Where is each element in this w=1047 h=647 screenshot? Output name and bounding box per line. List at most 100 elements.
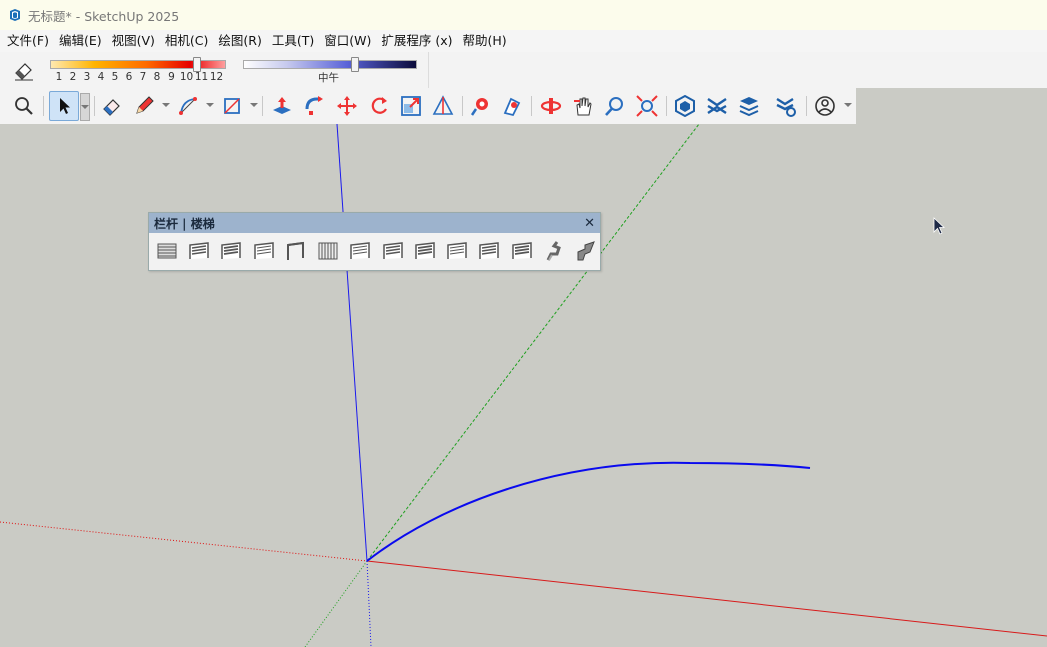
month-label: 5 xyxy=(111,71,119,83)
menu-item-0[interactable]: 文件(F) xyxy=(2,30,54,52)
rectangle-icon[interactable] xyxy=(219,93,245,119)
shadow-eraser-icon[interactable] xyxy=(12,59,36,81)
chevron-down-icon[interactable] xyxy=(844,103,852,107)
red-axis-negative xyxy=(0,521,368,562)
time-slider[interactable] xyxy=(243,60,417,69)
chevron-down-icon[interactable] xyxy=(162,103,170,107)
railing-panel-icon[interactable] xyxy=(379,237,407,265)
time-slider-thumb[interactable] xyxy=(351,57,359,72)
blue-axis-positive xyxy=(336,124,368,562)
menu-item-3[interactable]: 相机(C) xyxy=(160,30,213,52)
railing-stair-toolbar[interactable]: 栏杆 | 楼梯 ✕ xyxy=(148,212,601,271)
pencil-icon[interactable] xyxy=(131,93,157,119)
tape-measure-icon[interactable] xyxy=(430,93,456,119)
toolbar-separator xyxy=(262,96,263,116)
drawn-curve xyxy=(366,461,811,562)
railing-balusters-icon[interactable] xyxy=(314,237,342,265)
styles-icon[interactable] xyxy=(499,93,525,119)
model-canvas[interactable] xyxy=(0,124,1047,647)
rotate-icon[interactable] xyxy=(366,93,392,119)
chevron-down-icon[interactable] xyxy=(250,103,258,107)
railing-double-icon[interactable] xyxy=(443,237,471,265)
push-pull-icon[interactable] xyxy=(269,93,295,119)
move-icon[interactable] xyxy=(334,93,360,119)
month-label: 9 xyxy=(168,71,175,83)
toolbar-separator xyxy=(806,96,807,116)
zoom-icon[interactable] xyxy=(602,93,628,119)
menu-item-6[interactable]: 窗口(W) xyxy=(319,30,376,52)
railing-bars-icon[interactable] xyxy=(218,237,246,265)
zoom-extents-icon[interactable] xyxy=(634,93,660,119)
month-label: 8 xyxy=(153,71,161,83)
chevron-down-icon xyxy=(81,105,89,109)
stair-spiral-icon[interactable] xyxy=(540,237,568,265)
select-dropdown-button[interactable] xyxy=(80,93,90,121)
shadow-settings-toolbar: 1 2 3 4 5 6 7 8 9 10 11 12 中午 xyxy=(0,52,1047,89)
layers-icon[interactable] xyxy=(736,93,762,119)
railing-louver-icon[interactable] xyxy=(508,237,536,265)
toolbar-divider xyxy=(428,52,429,88)
blue-axis-negative xyxy=(366,560,372,647)
month-label: 1 xyxy=(55,71,63,83)
month-labels: 1 2 3 4 5 6 7 8 9 10 11 12 xyxy=(52,71,224,83)
red-axis-positive xyxy=(366,560,1047,637)
arc-icon[interactable] xyxy=(175,93,201,119)
menu-item-1[interactable]: 编辑(E) xyxy=(54,30,107,52)
mouse-cursor-icon xyxy=(933,217,946,235)
extension-warehouse-icon[interactable] xyxy=(704,93,730,119)
railing-post-icon[interactable] xyxy=(282,237,310,265)
orbit-icon[interactable] xyxy=(538,93,564,119)
menu-item-7[interactable]: 扩展程序 (x) xyxy=(376,30,457,52)
select-arrow-icon[interactable] xyxy=(49,91,79,121)
toolbar-empty-area xyxy=(856,88,1047,124)
menu-item-8[interactable]: 帮助(H) xyxy=(458,30,512,52)
month-label: 2 xyxy=(69,71,77,83)
close-icon[interactable]: ✕ xyxy=(584,216,595,231)
main-toolbar xyxy=(0,88,856,124)
toolbar-separator xyxy=(666,96,667,116)
stair-straight-icon[interactable] xyxy=(572,237,600,265)
railing-horizontal-icon[interactable] xyxy=(153,237,181,265)
pan-icon[interactable] xyxy=(570,93,596,119)
account-icon[interactable] xyxy=(812,93,838,119)
month-label: 7 xyxy=(139,71,147,83)
scale-icon[interactable] xyxy=(398,93,424,119)
toolbar-separator xyxy=(43,96,44,116)
eraser-icon[interactable] xyxy=(99,93,125,119)
toolbar-separator xyxy=(462,96,463,116)
month-label: 10 xyxy=(179,71,194,83)
month-label: 6 xyxy=(125,71,133,83)
railing-grid-icon[interactable] xyxy=(411,237,439,265)
time-label: 中午 xyxy=(318,72,339,84)
month-slider-thumb[interactable] xyxy=(193,57,201,72)
green-axis-negative xyxy=(304,560,368,647)
month-label: 11 xyxy=(194,71,209,83)
menu-item-5[interactable]: 工具(T) xyxy=(267,30,319,52)
chevron-down-icon[interactable] xyxy=(206,103,214,107)
sketchup-logo-icon xyxy=(10,9,20,21)
menu-item-4[interactable]: 绘图(R) xyxy=(213,30,266,52)
warehouse-icon[interactable] xyxy=(672,93,698,119)
railing-panel-title: 栏杆 | 楼梯 xyxy=(154,216,215,231)
menu-bar: 文件(F) 编辑(E) 视图(V) 相机(C) 绘图(R) 工具(T) 窗口(W) 扩展程序 … xyxy=(0,30,1047,52)
green-axis-positive xyxy=(366,124,700,562)
month-label: 3 xyxy=(83,71,91,83)
extension-manager-icon[interactable] xyxy=(773,93,799,119)
railing-panel-titlebar[interactable]: 栏杆 | 楼梯 ✕ xyxy=(149,213,600,233)
toolbar-separator xyxy=(531,96,532,116)
railing-tool-row xyxy=(149,233,600,265)
railing-rails-icon[interactable] xyxy=(250,237,278,265)
toolbar-separator xyxy=(94,96,95,116)
zoom-search-icon[interactable] xyxy=(11,93,37,119)
railing-vertical-icon[interactable] xyxy=(347,237,375,265)
month-label: 4 xyxy=(97,71,105,83)
paint-bucket-icon[interactable] xyxy=(468,93,494,119)
drawing-viewport[interactable] xyxy=(0,124,1047,647)
railing-frame-icon[interactable] xyxy=(185,237,213,265)
follow-me-icon[interactable] xyxy=(301,93,327,119)
window-title: 无标题* - SketchUp 2025 xyxy=(28,8,180,24)
month-label: 12 xyxy=(209,71,224,83)
railing-cross-icon[interactable] xyxy=(476,237,504,265)
menu-item-2[interactable]: 视图(V) xyxy=(107,30,160,52)
title-bar: 无标题* - SketchUp 2025 xyxy=(0,0,1047,30)
